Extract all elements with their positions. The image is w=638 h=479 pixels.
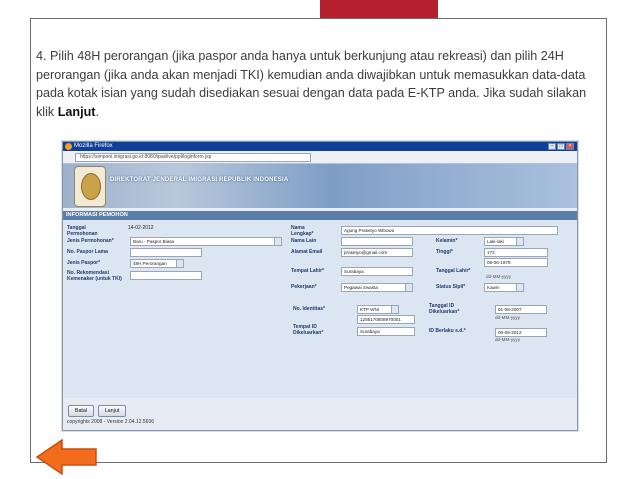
instruction-body: 4. Pilih 48H perorangan (jika paspor and…: [36, 49, 587, 119]
tempat-lahir-input[interactable]: Surabaya: [341, 267, 413, 276]
no-identitas-label: No. Identitas*: [293, 306, 325, 312]
no-paspor-lama-input[interactable]: [130, 248, 202, 257]
site-banner: DIREKTORAT JENDERAL IMIGRASI REPUBLIK IN…: [63, 164, 577, 208]
alamat-email-input[interactable]: prasetyo@gmail.com: [341, 248, 413, 257]
tempat-lahir-label: Tempat Lahir*: [291, 268, 324, 274]
batal-button[interactable]: Batal: [68, 405, 94, 417]
instruction-emphasis-lanjut: Lanjut: [57, 104, 96, 119]
alamat-email-label: Alamat Email: [291, 249, 323, 255]
berlaku-label: ID Berlaku s.d.*: [429, 328, 466, 334]
instruction-period: .: [95, 104, 99, 119]
berlaku-format-hint: dd-MM-yyyy: [495, 337, 521, 342]
arrow-left-icon[interactable]: [34, 437, 100, 477]
tempat-id-label: Tempat ID Dikeluarkan*: [293, 324, 324, 336]
jenis-paspor-label: Jenis Paspor*: [67, 260, 101, 266]
no-rekomendasi-input[interactable]: [130, 271, 202, 280]
copyright-text: copyrights 2008 - Version 2.04.12.5606: [67, 419, 155, 425]
tanggal-id-format-hint: dd-MM-yyyy: [495, 315, 521, 320]
minimize-icon[interactable]: –: [548, 143, 556, 150]
jenis-permohonan-label: Jenis Permohonan*: [67, 238, 114, 244]
status-sipil-select[interactable]: Kawin: [484, 283, 524, 292]
tanggal-lahir-input[interactable]: 08-06-1979: [484, 258, 548, 267]
tanggal-lahir-label: Tanggal Lahir*: [436, 268, 471, 274]
nama-lain-input[interactable]: [341, 237, 413, 246]
nama-lengkap-input[interactable]: Agung Prasetyo Wibowo: [341, 226, 558, 235]
no-rekomendasi-label: No. Rekomendasi Kemenaker (untuk TKI): [67, 270, 122, 282]
tanggal-permohonan-label: Tanggal Permohonan: [67, 225, 98, 237]
tempat-id-input[interactable]: Surabaya: [357, 327, 415, 336]
close-icon[interactable]: ×: [566, 143, 574, 150]
pekerjaan-select[interactable]: Pegawai Swasta: [341, 283, 413, 292]
identitas-nomor-input[interactable]: 1256170808970001: [357, 315, 415, 324]
section-header: INFORMASI PEMOHON: [63, 211, 577, 220]
browser-title-bar: Mozilla Firefox – □ ×: [63, 142, 577, 151]
tinggi-input[interactable]: 172: [484, 248, 548, 257]
tanggal-lahir-format-hint: dd-MM-yyyy: [486, 274, 512, 279]
berlaku-input[interactable]: 06-08-2012: [495, 328, 547, 337]
window-buttons: – □ ×: [548, 143, 574, 150]
status-sipil-label: Status Sipil*: [436, 284, 466, 290]
browser-url-bar: https://simponi.imigrasi.go.id:8080/ipas…: [63, 151, 577, 164]
pekerjaan-label: Pekerjaan*: [291, 284, 317, 290]
maximize-icon[interactable]: □: [557, 143, 565, 150]
jenis-paspor-select[interactable]: 48H Perorangan: [130, 259, 184, 268]
lanjut-button[interactable]: Lanjut: [98, 405, 126, 417]
site-title: DIREKTORAT JENDERAL IMIGRASI REPUBLIK IN…: [110, 177, 289, 183]
tanggal-id-input[interactable]: 01-08-2007: [495, 305, 547, 314]
nama-lain-label: Nama Lain: [291, 238, 317, 244]
tinggi-label: Tinggi*: [436, 249, 453, 255]
form-actions: Batal Lanjut copyrights 2008 - Version 2…: [63, 399, 577, 430]
kelamin-label: Kelamin*: [436, 238, 458, 244]
browser-title: Mozilla Firefox: [74, 143, 113, 149]
tanggal-id-label: Tanggal ID Dikeluarkan*: [429, 303, 460, 315]
tanggal-permohonan-value: 14-02-2012: [128, 225, 154, 231]
nama-lengkap-label: Nama Lengkap*: [291, 225, 314, 237]
browser-screenshot: Mozilla Firefox – □ × https://simponi.im…: [62, 141, 578, 431]
no-paspor-lama-label: No. Paspor Lama: [67, 249, 108, 255]
garuda-emblem-icon: [74, 166, 106, 207]
applicant-form: Tanggal Permohonan 14-02-2012 Jenis Perm…: [63, 220, 577, 398]
kelamin-select[interactable]: Laki-laki: [484, 237, 524, 246]
url-input[interactable]: https://simponi.imigrasi.go.id:8080/ipas…: [75, 153, 311, 162]
instruction-text: 4. Pilih 48H perorangan (jika paspor and…: [36, 47, 606, 121]
jenis-permohonan-select[interactable]: Baru - Paspor Biasa: [130, 237, 282, 246]
firefox-logo-icon: [65, 143, 72, 150]
identitas-jenis-select[interactable]: KTP WNI: [357, 305, 399, 314]
